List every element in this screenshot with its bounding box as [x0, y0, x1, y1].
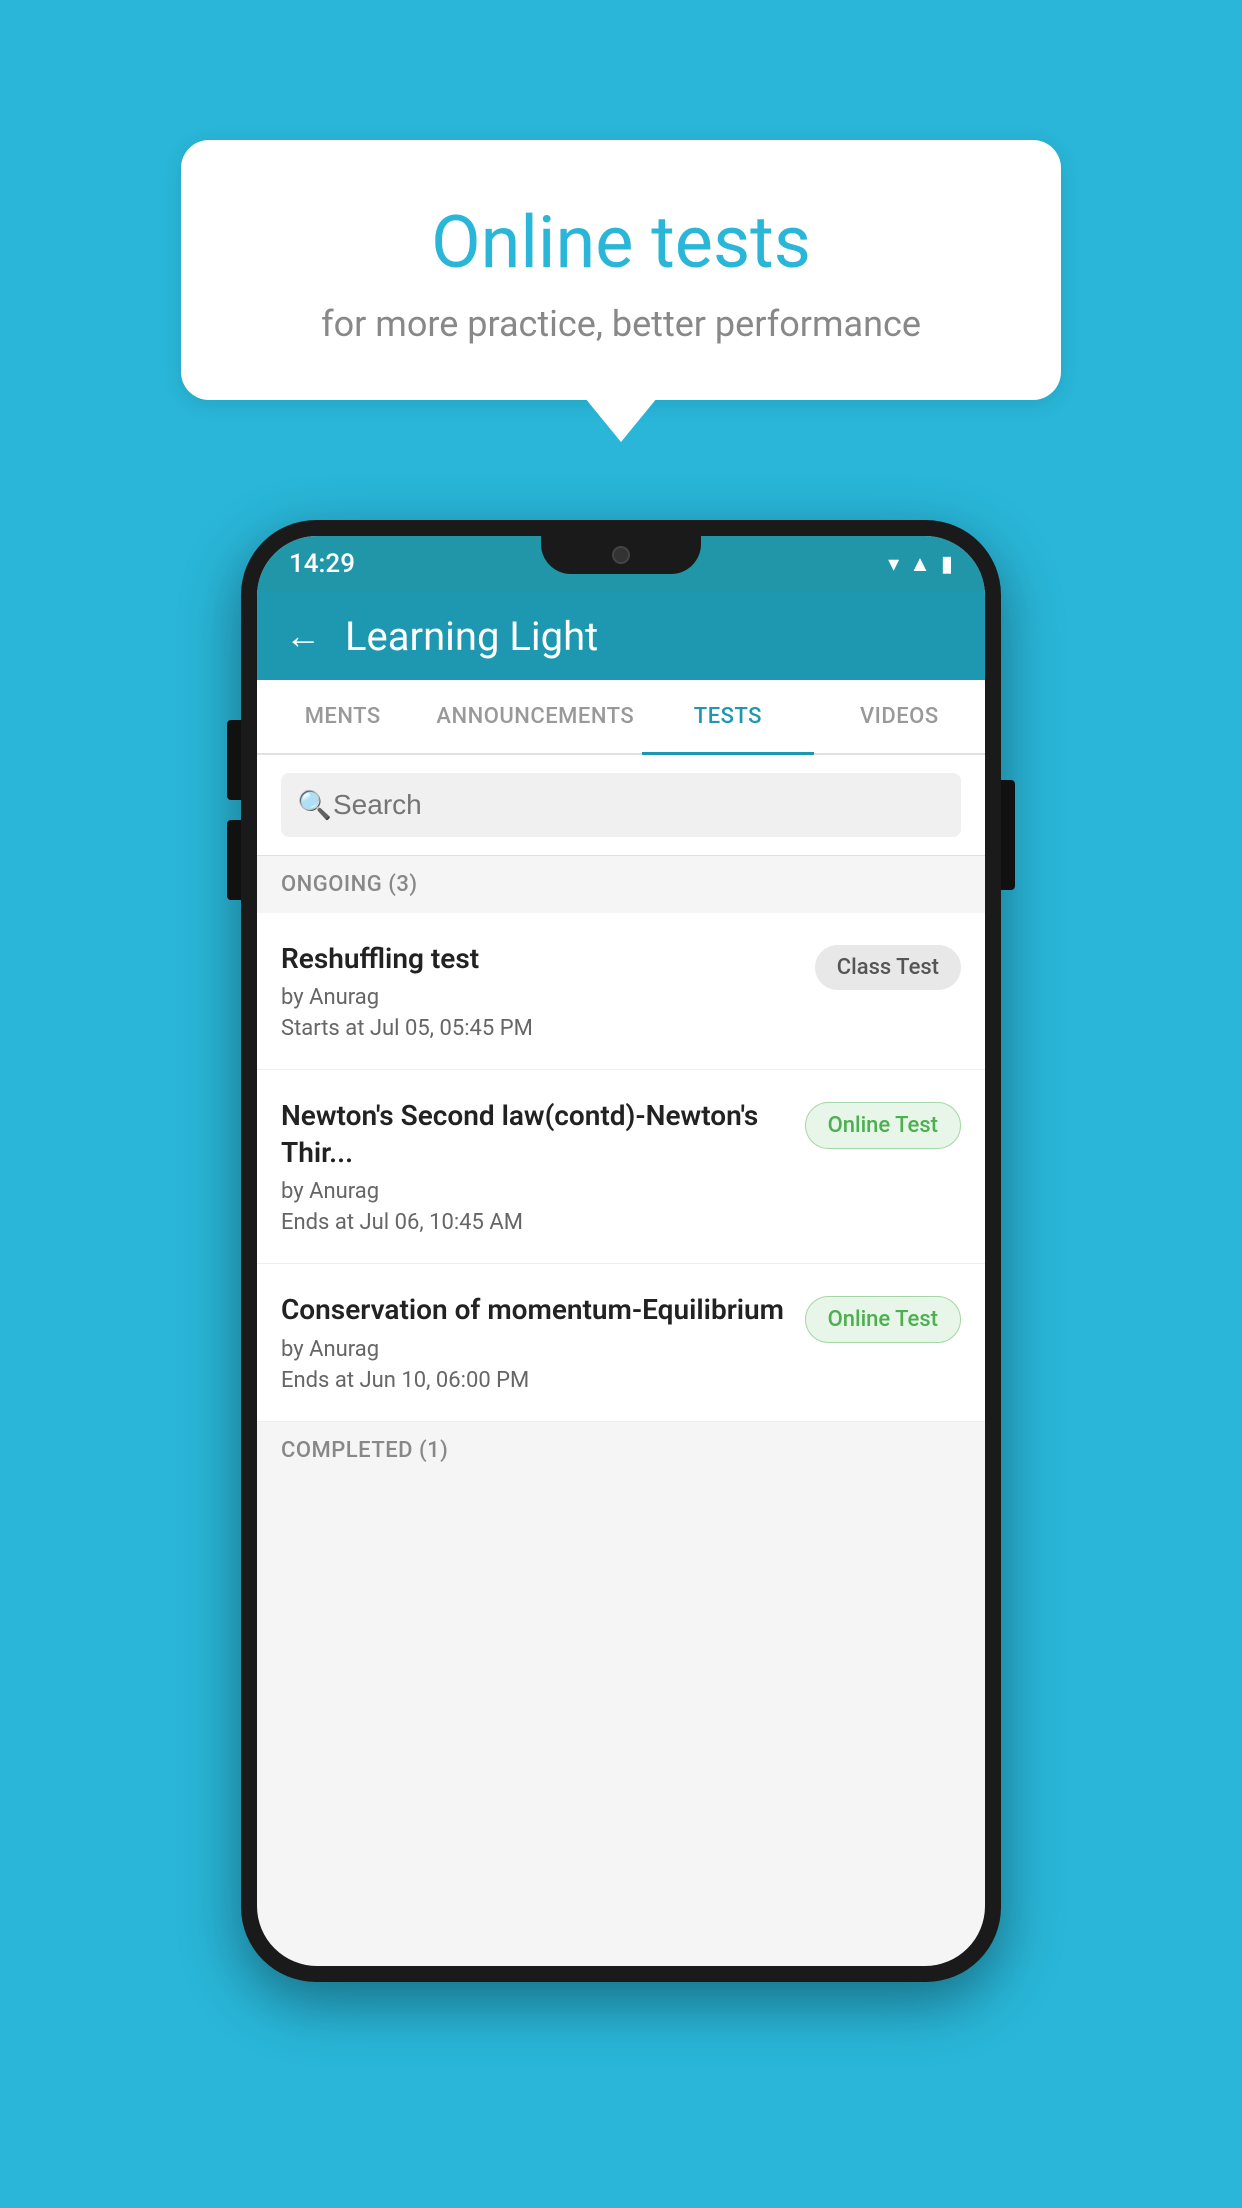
- tab-videos[interactable]: VIDEOS: [814, 680, 985, 753]
- phone-notch: [541, 536, 701, 574]
- test-info: Reshuffling test by Anurag Starts at Jul…: [281, 941, 799, 1041]
- test-author: by Anurag: [281, 985, 799, 1010]
- status-icons: ▾ ▲ ▮: [888, 551, 953, 577]
- search-input[interactable]: [281, 773, 961, 837]
- speech-bubble-container: Online tests for more practice, better p…: [181, 140, 1061, 400]
- speech-bubble: Online tests for more practice, better p…: [181, 140, 1061, 400]
- wifi-icon: ▾: [888, 552, 899, 577]
- test-item[interactable]: Reshuffling test by Anurag Starts at Jul…: [257, 913, 985, 1070]
- battery-icon: ▮: [941, 552, 953, 577]
- test-name: Conservation of momentum-Equilibrium: [281, 1292, 789, 1328]
- bubble-subtitle: for more practice, better performance: [241, 303, 1001, 345]
- status-time: 14:29: [289, 549, 355, 579]
- test-name: Newton's Second law(contd)-Newton's Thir…: [281, 1098, 789, 1171]
- test-info: Conservation of momentum-Equilibrium by …: [281, 1292, 789, 1392]
- test-author: by Anurag: [281, 1337, 789, 1362]
- phone-outer: 14:29 ▾ ▲ ▮ ← Learning Light MENTS: [241, 520, 1001, 1982]
- ongoing-section-header: ONGOING (3): [257, 856, 985, 913]
- tab-tests[interactable]: TESTS: [642, 680, 813, 753]
- test-badge-class: Class Test: [815, 945, 961, 990]
- bubble-title: Online tests: [241, 200, 1001, 285]
- tabs-container: MENTS ANNOUNCEMENTS TESTS VIDEOS: [257, 680, 985, 755]
- test-list: Reshuffling test by Anurag Starts at Jul…: [257, 913, 985, 1422]
- phone-screen: 14:29 ▾ ▲ ▮ ← Learning Light MENTS: [257, 536, 985, 1966]
- app-title: Learning Light: [345, 613, 598, 660]
- tab-ments[interactable]: MENTS: [257, 680, 428, 753]
- tab-announcements[interactable]: ANNOUNCEMENTS: [428, 680, 642, 753]
- test-badge-online-2: Online Test: [805, 1296, 961, 1343]
- phone-inner: 14:29 ▾ ▲ ▮ ← Learning Light MENTS: [257, 536, 985, 1966]
- test-item[interactable]: Conservation of momentum-Equilibrium by …: [257, 1264, 985, 1421]
- test-time: Ends at Jun 10, 06:00 PM: [281, 1368, 789, 1393]
- test-badge-online: Online Test: [805, 1102, 961, 1149]
- phone-mockup: 14:29 ▾ ▲ ▮ ← Learning Light MENTS: [241, 520, 1001, 1982]
- signal-icon: ▲: [909, 551, 931, 577]
- search-container: 🔍: [257, 755, 985, 856]
- test-time: Starts at Jul 05, 05:45 PM: [281, 1016, 799, 1041]
- back-button[interactable]: ←: [285, 618, 321, 654]
- test-info: Newton's Second law(contd)-Newton's Thir…: [281, 1098, 789, 1235]
- search-icon: 🔍: [297, 789, 332, 822]
- completed-section-header: COMPLETED (1): [257, 1422, 985, 1479]
- app-header: ← Learning Light: [257, 592, 985, 680]
- front-camera: [612, 546, 630, 564]
- test-name: Reshuffling test: [281, 941, 799, 977]
- test-item[interactable]: Newton's Second law(contd)-Newton's Thir…: [257, 1070, 985, 1264]
- test-author: by Anurag: [281, 1179, 789, 1204]
- search-wrapper: 🔍: [281, 773, 961, 837]
- test-time: Ends at Jul 06, 10:45 AM: [281, 1210, 789, 1235]
